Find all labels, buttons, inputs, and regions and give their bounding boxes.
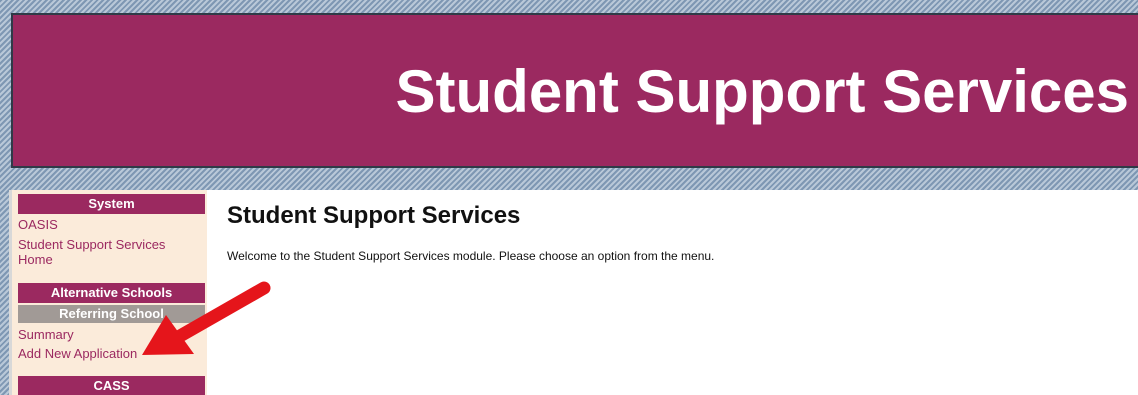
menu-heading-system: System [18, 194, 205, 214]
main-content: Student Support Services Welcome to the … [207, 190, 1138, 395]
welcome-message: Welcome to the Student Support Services … [227, 249, 715, 263]
red-arrow-icon [142, 281, 271, 355]
page-title: Student Support Services [227, 202, 521, 229]
menu-link-oasis[interactable]: OASIS [18, 217, 203, 232]
menu-link-sss-home[interactable]: Student Support Services Home [18, 237, 203, 267]
menu-heading-cass: CASS [18, 376, 205, 395]
page: Student Support Services System OASIS St… [0, 0, 1138, 395]
header-banner: Student Support Services [11, 13, 1138, 168]
banner-title: Student Support Services [395, 58, 1129, 125]
